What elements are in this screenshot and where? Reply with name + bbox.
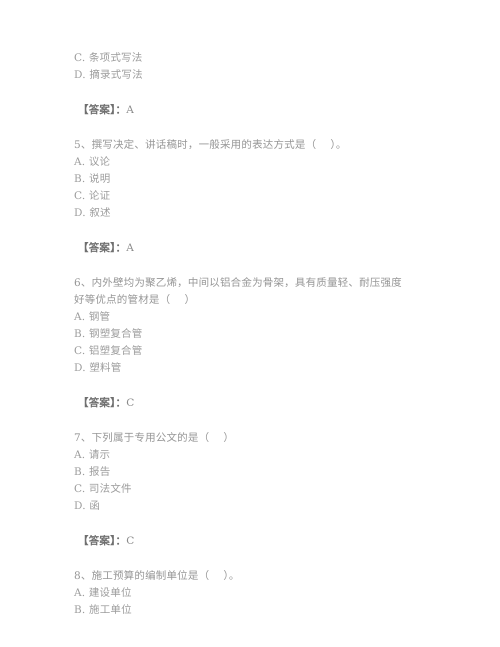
question-stem-line: 7、下列属于专用公文的是（ ） xyxy=(74,432,235,444)
answer-value: C xyxy=(126,535,135,547)
answer-label: 【答案】： xyxy=(78,397,127,409)
question-list: C. 条项式写法 D. 摘录式写法 【答案】：A 5、撰写决定、讲话稿时，一般采用的表… xyxy=(74,50,430,619)
answer-value: C xyxy=(126,397,135,409)
option-item[interactable]: D. 函 xyxy=(74,498,430,515)
question-stem-line: 8、施工预算的编制单位是（ ）。 xyxy=(74,570,240,582)
answer-line: 【答案】：A xyxy=(74,102,430,119)
option-item[interactable]: D. 摘录式写法 xyxy=(74,67,430,84)
question-block: 8、施工预算的编制单位是（ ）。 A. 建设单位 B. 施工单位 xyxy=(74,568,430,619)
answer-value: A xyxy=(126,242,135,254)
answer-label: 【答案】： xyxy=(78,242,127,254)
answer-line: 【答案】：C xyxy=(74,533,430,550)
answer-label: 【答案】： xyxy=(78,535,127,547)
option-item[interactable]: A. 请示 xyxy=(74,447,430,464)
option-item[interactable]: C. 铝塑复合管 xyxy=(74,343,430,360)
question-stem-line: 好等优点的管材是（ ） xyxy=(74,294,196,306)
answer-line: 【答案】：A xyxy=(74,240,430,257)
question-block: 5、撰写决定、讲话稿时，一般采用的表达方式是（ ）。 A. 议论 B. 说明 C. 论… xyxy=(74,137,430,257)
answer-line: 【答案】：C xyxy=(74,395,430,412)
question-stem-line: 6、内外壁均为聚乙烯，中间以铝合金为骨架，具有质量轻、耐压强度 xyxy=(74,277,402,289)
option-item[interactable]: A. 议论 xyxy=(74,154,430,171)
answer-label: 【答案】： xyxy=(78,104,127,116)
options-continuation-block: C. 条项式写法 D. 摘录式写法 【答案】：A xyxy=(74,50,430,119)
option-item[interactable]: C. 条项式写法 xyxy=(74,50,430,67)
option-item[interactable]: B. 施工单位 xyxy=(74,602,430,619)
option-item[interactable]: D. 叙述 xyxy=(74,205,430,222)
option-item[interactable]: B. 报告 xyxy=(74,464,430,481)
answer-value: A xyxy=(126,104,135,116)
option-item[interactable]: B. 钢塑复合管 xyxy=(74,326,430,343)
question-stem-line: 5、撰写决定、讲话稿时，一般采用的表达方式是（ ）。 xyxy=(74,139,347,151)
document-page: C. 条项式写法 D. 摘录式写法 【答案】：A 5、撰写决定、讲话稿时，一般采用的表… xyxy=(0,0,500,647)
option-item[interactable]: D. 塑料管 xyxy=(74,360,430,377)
question-block: 6、内外壁均为聚乙烯，中间以铝合金为骨架，具有质量轻、耐压强度 好等优点的管材是（… xyxy=(74,275,430,412)
question-block: 7、下列属于专用公文的是（ ） A. 请示 B. 报告 C. 司法文件 D. 函【答案】… xyxy=(74,430,430,550)
option-item[interactable]: B. 说明 xyxy=(74,171,430,188)
option-item[interactable]: C. 司法文件 xyxy=(74,481,430,498)
option-item[interactable]: A. 钢管 xyxy=(74,309,430,326)
option-item[interactable]: A. 建设单位 xyxy=(74,585,430,602)
option-item[interactable]: C. 论证 xyxy=(74,188,430,205)
